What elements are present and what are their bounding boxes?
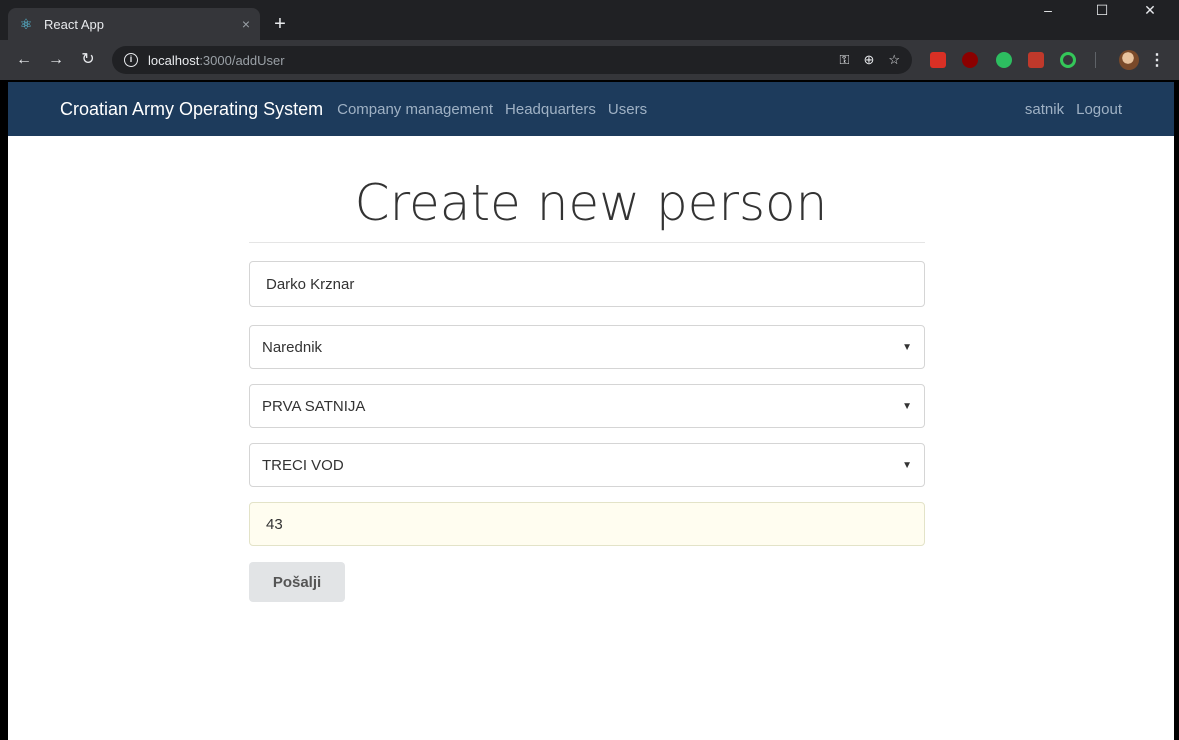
address-bar[interactable]: i localhost:3000/addUser ⚿ ⊕ ☆ xyxy=(112,46,912,74)
nav-link-headquarters[interactable]: Headquarters xyxy=(505,101,596,118)
star-icon[interactable]: ☆ xyxy=(888,52,900,68)
zoom-icon[interactable]: ⊕ xyxy=(863,52,874,68)
react-favicon-icon: ⚛ xyxy=(19,16,33,32)
info-icon[interactable]: i xyxy=(124,53,138,67)
nav-link-company-management[interactable]: Company management xyxy=(337,101,493,118)
name-input-value: Darko Krznar xyxy=(266,275,355,293)
key-icon[interactable]: ⚿ xyxy=(840,52,850,68)
number-input[interactable]: 43 xyxy=(249,502,925,546)
more-menu-icon[interactable]: ⋮ xyxy=(1149,50,1165,70)
submit-button[interactable]: Pošalji xyxy=(249,562,345,602)
browser-chrome: ⚛ React App × + – ☐ ✕ ← → ↻ i localhost:… xyxy=(0,0,1179,80)
dropdown-caret-icon: ▼ xyxy=(902,459,912,471)
profile-avatar[interactable] xyxy=(1119,50,1139,70)
brand-link[interactable]: Croatian Army Operating System xyxy=(60,99,323,120)
rank-select[interactable]: Narednik ▼ xyxy=(249,325,925,369)
forward-arrow-icon[interactable]: → xyxy=(46,50,66,70)
ublock-extension-icon[interactable] xyxy=(962,52,978,68)
number-input-value: 43 xyxy=(266,515,283,533)
company-select[interactable]: PRVA SATNIJA ▼ xyxy=(249,384,925,428)
toolbar-separator xyxy=(1095,52,1096,68)
browser-tab[interactable]: ⚛ React App × xyxy=(8,8,260,40)
evernote-extension-icon[interactable] xyxy=(996,52,1012,68)
url-text: localhost:3000/addUser xyxy=(148,52,285,68)
nav-link-users[interactable]: Users xyxy=(608,101,647,118)
rank-select-value: Narednik xyxy=(262,338,323,356)
dropdown-caret-icon: ▼ xyxy=(902,400,912,412)
platoon-select[interactable]: TRECI VOD ▼ xyxy=(249,443,925,487)
title-divider xyxy=(249,242,925,243)
page-content: Croatian Army Operating System Company m… xyxy=(8,82,1174,740)
current-user-link[interactable]: satnik xyxy=(1025,101,1064,118)
navbar-right: satnik Logout xyxy=(1013,101,1122,118)
circle-extension-icon[interactable] xyxy=(1060,52,1076,68)
browser-toolbar: ← → ↻ i localhost:3000/addUser ⚿ ⊕ ☆ ⋮ xyxy=(0,40,1179,80)
page-title: Create new person xyxy=(354,174,828,232)
platoon-select-value: TRECI VOD xyxy=(262,456,344,474)
gmail-extension-icon[interactable] xyxy=(930,52,946,68)
minimize-button[interactable]: – xyxy=(1028,2,1068,18)
extension-icon[interactable] xyxy=(1028,52,1044,68)
tab-title: React App xyxy=(44,16,104,32)
reload-icon[interactable]: ↻ xyxy=(78,50,98,70)
tab-close-icon[interactable]: × xyxy=(242,16,250,32)
new-tab-button[interactable]: + xyxy=(268,12,292,36)
name-input[interactable]: Darko Krznar xyxy=(249,261,925,307)
logout-link[interactable]: Logout xyxy=(1076,101,1122,118)
maximize-button[interactable]: ☐ xyxy=(1082,2,1122,19)
app-navbar: Croatian Army Operating System Company m… xyxy=(8,82,1174,136)
dropdown-caret-icon: ▼ xyxy=(902,341,912,353)
back-arrow-icon[interactable]: ← xyxy=(14,50,34,70)
close-window-button[interactable]: ✕ xyxy=(1130,2,1170,19)
company-select-value: PRVA SATNIJA xyxy=(262,397,366,415)
